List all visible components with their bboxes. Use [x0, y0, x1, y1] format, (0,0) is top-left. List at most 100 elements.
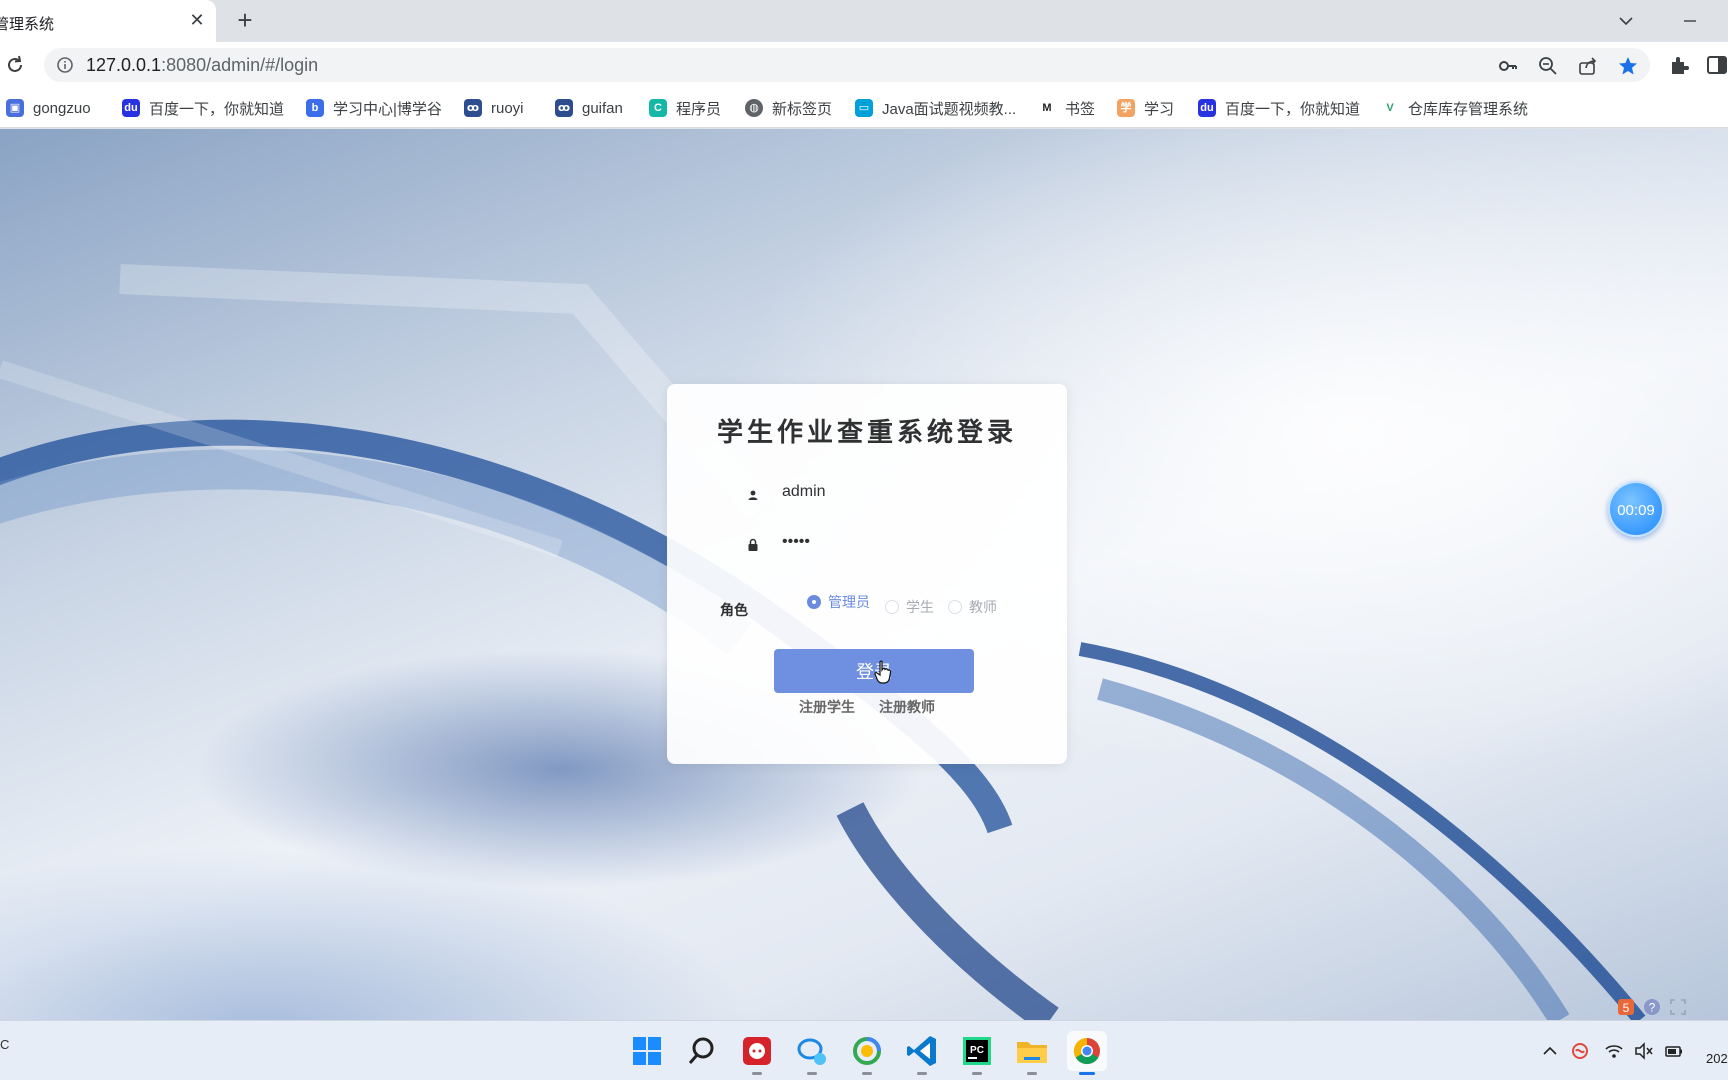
bookmark-item[interactable]: ▣ gongzuo — [6, 96, 91, 120]
url-host: 127.0.0.1 — [86, 55, 162, 75]
bookmark-item[interactable]: 学学习 — [1117, 96, 1174, 120]
pycharm-icon[interactable]: PC — [957, 1031, 997, 1075]
role-radio-student[interactable]: 学生 — [885, 597, 934, 617]
role-label: 角色 — [720, 602, 748, 618]
show-hidden-icons-chevron-icon[interactable] — [1540, 1041, 1560, 1061]
tab-strip: 管理系统 ✕ + — [0, 0, 1728, 42]
login-page: 学生作业查重系统登录 角色 管理员 学生 教师 登录 注册学生 注册教师 00:… — [0, 129, 1728, 1020]
bookmark-label: 百度一下，你就知道 — [149, 100, 285, 118]
vue-icon: V — [1381, 99, 1399, 117]
lock-icon — [748, 538, 758, 551]
bookmark-star-icon[interactable] — [1618, 56, 1638, 76]
bookmark-item[interactable]: ꝏ guifan — [555, 96, 623, 120]
password-input[interactable] — [782, 527, 982, 557]
bilibili-icon: ▭ — [855, 99, 873, 117]
running-indicator — [917, 1072, 927, 1075]
volume-muted-icon[interactable] — [1634, 1041, 1654, 1061]
study-icon: 学 — [1117, 99, 1135, 117]
browser-colorful-icon[interactable] — [847, 1031, 887, 1075]
bookmark-item[interactable]: M 书签 — [1038, 96, 1095, 120]
radio-label: 学生 — [906, 599, 934, 615]
c-icon: C — [649, 99, 667, 117]
browser-toolbar: 127.0.0.1:8080/admin/#/login — [0, 42, 1728, 88]
baidu-icon: du — [1198, 99, 1216, 117]
bookmark-label: ruoyi — [491, 99, 524, 117]
bookmark-label: guifan — [582, 99, 623, 117]
radio-dot — [948, 600, 962, 614]
username-input[interactable] — [782, 477, 982, 507]
wifi-icon[interactable] — [1604, 1041, 1624, 1061]
running-indicator — [1027, 1072, 1037, 1075]
taskbar-left-edge-text: C — [0, 1037, 10, 1052]
running-indicator — [807, 1072, 817, 1075]
role-radio-teacher[interactable]: 教师 — [948, 597, 997, 617]
login-title: 学生作业查重系统登录 — [716, 418, 1017, 448]
svg-text:PC: PC — [970, 1045, 984, 1056]
tab-search-chevron-icon[interactable] — [1612, 8, 1640, 34]
bookmark-item[interactable]: V 仓库库存管理系统 — [1381, 96, 1528, 120]
running-indicator — [1079, 1072, 1095, 1075]
new-tab-button[interactable]: + — [232, 7, 258, 33]
radio-dot — [807, 595, 821, 609]
bookmark-item[interactable]: b 学习中心|博学谷 — [306, 96, 442, 120]
ruoyi-icon: ꝏ — [555, 99, 573, 117]
zoom-icon[interactable] — [1538, 56, 1558, 76]
globe-icon: ◍ — [745, 99, 763, 117]
chrome-icon[interactable] — [1067, 1031, 1107, 1075]
side-panel-icon[interactable] — [1706, 54, 1728, 76]
url-text[interactable]: 127.0.0.1:8080/admin/#/login — [86, 55, 318, 76]
radio-label: 管理员 — [828, 594, 870, 610]
folder-bookmark-icon: ▣ — [6, 99, 24, 117]
search-icon[interactable] — [682, 1031, 722, 1071]
bookmark-item[interactable]: du 百度一下，你就知道 — [122, 96, 284, 120]
extensions-puzzle-icon[interactable] — [1668, 54, 1690, 76]
bookmark-item[interactable]: ◍ 新标签页 — [745, 96, 832, 120]
bookmark-label: gongzuo — [33, 99, 91, 117]
radio-label: 教师 — [969, 599, 997, 615]
bookmark-item[interactable]: C 程序员 — [649, 96, 721, 120]
bookmark-item[interactable]: du 百度一下，你就知道 — [1198, 96, 1360, 120]
address-bar[interactable]: 127.0.0.1:8080/admin/#/login — [44, 48, 1650, 82]
register-student-link[interactable]: 注册学生 — [799, 697, 855, 717]
tab-close-icon[interactable]: ✕ — [186, 9, 208, 31]
file-explorer-icon[interactable] — [1012, 1031, 1052, 1075]
site-info-icon[interactable] — [56, 56, 74, 74]
bookmark-label: 百度一下，你就知道 — [1225, 100, 1361, 118]
tray-app-icon[interactable] — [1570, 1041, 1590, 1061]
user-icon — [748, 490, 758, 500]
login-card: 学生作业查重系统登录 角色 管理员 学生 教师 登录 注册学生 注册教师 — [667, 384, 1067, 764]
ruoyi-icon: ꝏ — [464, 99, 482, 117]
browser-tab[interactable]: 管理系统 ✕ — [0, 0, 216, 42]
running-indicator — [752, 1072, 762, 1075]
bookmark-label: 学习 — [1144, 100, 1175, 118]
windows-start-icon[interactable] — [627, 1031, 667, 1071]
minimize-window-icon[interactable] — [1672, 8, 1706, 34]
bookmark-label: Java面试题视频教... — [882, 100, 1017, 118]
vscode-icon[interactable] — [902, 1031, 942, 1075]
fullscreen-icon[interactable] — [1668, 997, 1688, 1017]
bookmark-item[interactable]: ꝏ ruoyi — [464, 96, 524, 120]
key-icon[interactable] — [1498, 56, 1518, 76]
baidu-icon: du — [122, 99, 140, 117]
bookmark-label: 书签 — [1065, 100, 1096, 118]
role-radio-admin[interactable]: 管理员 — [807, 592, 870, 612]
corner-widgets: 5 ? — [1616, 997, 1688, 1017]
timer-badge[interactable]: 00:09 — [1608, 481, 1664, 537]
app-red-icon[interactable] — [737, 1031, 777, 1075]
reload-icon[interactable] — [4, 54, 26, 76]
taskbar-clock[interactable]: 202 — [1706, 1051, 1728, 1066]
register-teacher-link[interactable]: 注册教师 — [879, 697, 935, 717]
chat-app-icon[interactable] — [792, 1031, 832, 1075]
bookmark-item[interactable]: ▭ Java面试题视频教... — [855, 96, 1016, 120]
svg-text:5: 5 — [1623, 1001, 1630, 1015]
bookmark-label: 仓库库存管理系统 — [1408, 100, 1529, 118]
help-icon[interactable]: ? — [1642, 997, 1662, 1017]
tab-title: 管理系统 — [0, 16, 55, 33]
running-indicator — [972, 1072, 982, 1075]
html5-icon[interactable]: 5 — [1616, 997, 1636, 1017]
url-path: :8080/admin/#/login — [161, 55, 319, 75]
battery-icon[interactable] — [1664, 1041, 1684, 1061]
bookmark-label: 新标签页 — [772, 100, 833, 118]
bookmark-label: 程序员 — [676, 100, 722, 118]
share-icon[interactable] — [1578, 56, 1598, 76]
